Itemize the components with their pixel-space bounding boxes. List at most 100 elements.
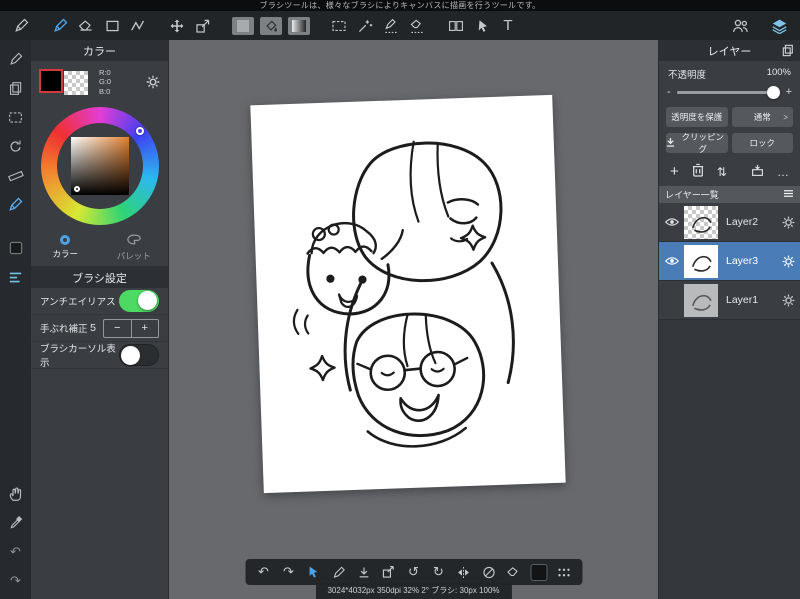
lock-button[interactable]: ロック bbox=[731, 133, 793, 153]
color-wheel[interactable] bbox=[40, 107, 159, 225]
stabilization-minus-button[interactable]: − bbox=[104, 319, 132, 337]
visibility-eye-icon[interactable] bbox=[659, 217, 684, 227]
layer-thumbnail bbox=[684, 283, 718, 317]
snap-tool-icon[interactable] bbox=[469, 14, 495, 38]
layer-clip-row: クリッピング ロック bbox=[659, 130, 800, 156]
layer-row-layer1[interactable]: Layer1 bbox=[659, 281, 800, 320]
opacity-plus-button[interactable]: + bbox=[786, 86, 792, 98]
layer-panel-duplicate-icon[interactable] bbox=[782, 44, 794, 57]
redo-icon[interactable]: ↷ bbox=[276, 560, 301, 584]
canvas-area[interactable]: ↶ ↷ ↺ ↻ 3024*4032px 350dpi 32% 2° ブラシ: 3… bbox=[169, 40, 658, 599]
corner-brush-icon[interactable] bbox=[8, 14, 34, 38]
canvas-paper[interactable] bbox=[250, 94, 566, 494]
saturation-value-square[interactable] bbox=[70, 137, 129, 195]
protect-alpha-button[interactable]: 透明度を保護 bbox=[666, 107, 728, 127]
blend-mode-button[interactable]: 通常 > bbox=[731, 107, 793, 127]
brush-cursor-toggle[interactable] bbox=[119, 344, 159, 366]
sv-selector-dot[interactable] bbox=[73, 186, 80, 192]
color-panel: カラー R:0 G:0 B:0 カラー パレット ブラシ設定 アンチエイリアス … bbox=[31, 40, 169, 599]
eyedropper-icon[interactable] bbox=[5, 513, 27, 533]
split-canvas-icon[interactable] bbox=[443, 14, 469, 38]
text-tool-icon[interactable]: T bbox=[495, 14, 521, 38]
fill-gradient-button[interactable] bbox=[288, 16, 310, 35]
eraser-tool-icon[interactable] bbox=[73, 14, 99, 38]
strip-undo-icon[interactable]: ↶ bbox=[5, 542, 27, 562]
layer-list-menu-icon[interactable] bbox=[783, 189, 794, 200]
delete-layer-icon[interactable] bbox=[692, 163, 704, 180]
tab-color[interactable]: カラー bbox=[31, 229, 100, 266]
layer-mode-row: 透明度を保護 通常 > bbox=[659, 104, 800, 130]
left-tool-strip: ↶ ↷ bbox=[0, 40, 31, 599]
primary-color-swatch[interactable] bbox=[39, 69, 63, 93]
canvas-status-bar: 3024*4032px 350dpi 32% 2° ブラシ: 30px 100% bbox=[315, 583, 512, 599]
opacity-slider-knob[interactable] bbox=[767, 85, 781, 99]
hue-selector-dot[interactable] bbox=[135, 127, 144, 135]
stabilization-label: 手ぶれ補正 bbox=[40, 324, 88, 335]
layer-row-layer2[interactable]: Layer2 bbox=[659, 203, 800, 242]
clipping-button[interactable]: クリッピング bbox=[666, 132, 728, 154]
clear-icon[interactable] bbox=[501, 560, 526, 584]
ruler-icon[interactable] bbox=[5, 165, 27, 185]
visibility-eye-icon[interactable] bbox=[659, 256, 684, 266]
add-layer-icon[interactable]: + bbox=[670, 163, 679, 180]
select-icon[interactable] bbox=[5, 107, 27, 127]
fill-solid-button[interactable] bbox=[232, 16, 254, 35]
undo-icon[interactable]: ↶ bbox=[251, 560, 276, 584]
shape-tool-icon[interactable] bbox=[99, 14, 125, 38]
transform-tool-icon[interactable] bbox=[190, 14, 216, 38]
move-tool-icon[interactable] bbox=[164, 14, 190, 38]
reorder-layers-icon[interactable]: ⇅ bbox=[717, 165, 727, 179]
hand-tool-icon[interactable] bbox=[5, 484, 27, 504]
layer-settings-gear-icon[interactable] bbox=[776, 216, 800, 229]
layer-settings-gear-icon[interactable] bbox=[776, 294, 800, 307]
paint-brush-icon[interactable] bbox=[5, 194, 27, 214]
quick-select-icon[interactable] bbox=[301, 560, 326, 584]
color-settings-gear-icon[interactable] bbox=[146, 75, 160, 89]
opacity-slider[interactable] bbox=[676, 85, 781, 99]
share-people-icon[interactable] bbox=[727, 14, 753, 38]
flip-horizontal-icon[interactable] bbox=[451, 560, 476, 584]
opacity-slider-row: - + bbox=[659, 83, 800, 104]
select-pen-tool-icon[interactable] bbox=[378, 14, 404, 38]
list-panel-icon[interactable] bbox=[5, 267, 27, 287]
pen-tool-icon[interactable] bbox=[5, 49, 27, 69]
pencil-icon[interactable] bbox=[326, 560, 351, 584]
stabilization-stepper: 5 − + bbox=[90, 318, 159, 338]
rgb-g-value: G:0 bbox=[99, 77, 112, 87]
merge-layer-icon[interactable] bbox=[751, 164, 764, 180]
hide-display-icon[interactable] bbox=[476, 560, 501, 584]
pages-icon[interactable] bbox=[5, 78, 27, 98]
main-toolbar: T bbox=[0, 11, 800, 40]
clipping-label: クリッピング bbox=[681, 132, 724, 154]
save-download-icon[interactable] bbox=[351, 560, 376, 584]
toolbar-drag-handle[interactable] bbox=[551, 560, 576, 584]
export-icon[interactable] bbox=[376, 560, 401, 584]
secondary-color-swatch[interactable] bbox=[64, 71, 88, 95]
fill-bucket-button[interactable] bbox=[260, 16, 282, 35]
rotate-cw-icon[interactable]: ↻ bbox=[426, 560, 451, 584]
rotate-ccw-icon[interactable]: ↺ bbox=[401, 560, 426, 584]
color-panel-tabs: カラー パレット bbox=[31, 229, 168, 267]
panel-toggle-icon[interactable] bbox=[5, 238, 27, 258]
tab-palette[interactable]: パレット bbox=[100, 229, 169, 266]
tab-palette-label: パレット bbox=[116, 250, 151, 261]
layer-more-icon[interactable]: … bbox=[777, 165, 789, 179]
layers-panel-icon[interactable] bbox=[766, 14, 792, 38]
rotate-canvas-icon[interactable] bbox=[5, 136, 27, 156]
select-rect-tool-icon[interactable] bbox=[326, 14, 352, 38]
line-tool-icon[interactable] bbox=[125, 14, 151, 38]
antialias-toggle[interactable] bbox=[119, 290, 159, 312]
select-eraser-tool-icon[interactable] bbox=[404, 14, 430, 38]
stabilization-stepper-box: − + bbox=[103, 318, 159, 338]
stabilization-value: 5 bbox=[90, 322, 96, 334]
brush-tool-icon[interactable] bbox=[47, 14, 73, 38]
layer-settings-gear-icon[interactable] bbox=[776, 255, 800, 268]
strip-redo-icon[interactable]: ↷ bbox=[5, 571, 27, 591]
color-swatch-row: R:0 G:0 B:0 bbox=[31, 61, 168, 103]
color-wheel-tab-icon bbox=[60, 235, 71, 245]
material-button[interactable] bbox=[526, 560, 551, 584]
layer-row-layer3-selected[interactable]: Layer3 bbox=[659, 242, 800, 281]
stabilization-plus-button[interactable]: + bbox=[132, 320, 159, 337]
opacity-minus-button[interactable]: - bbox=[667, 86, 671, 98]
magic-wand-tool-icon[interactable] bbox=[352, 14, 378, 38]
